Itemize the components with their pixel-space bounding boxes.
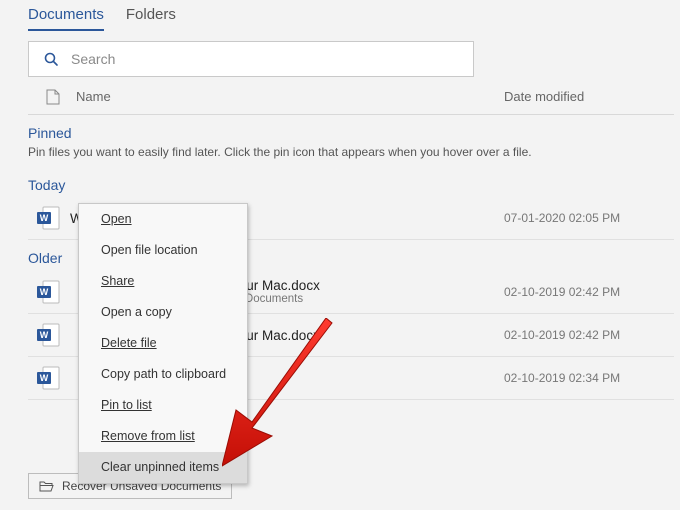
column-name[interactable]: Name <box>76 89 504 108</box>
menu-share[interactable]: Share <box>79 266 247 297</box>
word-doc-icon: W <box>36 322 70 348</box>
file-icon <box>46 89 60 105</box>
word-doc-icon: W <box>36 279 70 305</box>
menu-clear-unpinned[interactable]: Clear unpinned items <box>79 452 247 483</box>
search-input[interactable]: Search <box>28 41 474 77</box>
tabs: Documents Folders <box>28 0 680 31</box>
svg-text:W: W <box>40 373 49 383</box>
file-date: 02-10-2019 02:42 PM <box>504 285 674 299</box>
file-name: n Your Mac.docx <box>220 278 504 293</box>
svg-text:W: W <box>40 330 49 340</box>
svg-text:W: W <box>40 213 49 223</box>
menu-open-file-location[interactable]: Open file location <box>79 235 247 266</box>
section-pinned-title: Pinned <box>28 115 680 145</box>
menu-copy-path[interactable]: Copy path to clipboard <box>79 359 247 390</box>
search-placeholder: Search <box>71 51 115 67</box>
menu-pin-to-list[interactable]: Pin to list <box>79 390 247 421</box>
list-header: Name Date modified <box>28 77 674 115</box>
file-date: 07-01-2020 02:05 PM <box>504 211 674 225</box>
search-icon <box>43 51 59 67</box>
tab-folders[interactable]: Folders <box>126 0 176 31</box>
section-pinned-desc: Pin files you want to easily find later.… <box>28 145 680 167</box>
tab-documents[interactable]: Documents <box>28 0 104 31</box>
folder-open-icon <box>39 480 54 492</box>
file-name: n Your Mac.docx <box>220 328 504 343</box>
menu-remove-from-list[interactable]: Remove from list <box>79 421 247 452</box>
file-subpath: ve » Documents <box>220 293 504 305</box>
svg-text:W: W <box>40 287 49 297</box>
menu-open[interactable]: Open <box>79 204 247 235</box>
context-menu: Open Open file location Share Open a cop… <box>78 203 248 484</box>
menu-delete-file[interactable]: Delete file <box>79 328 247 359</box>
menu-open-a-copy[interactable]: Open a copy <box>79 297 247 328</box>
word-doc-icon: W <box>36 365 70 391</box>
section-today-title: Today <box>28 167 680 197</box>
file-date: 02-10-2019 02:42 PM <box>504 328 674 342</box>
file-date: 02-10-2019 02:34 PM <box>504 371 674 385</box>
word-doc-icon: W <box>36 205 70 231</box>
column-date[interactable]: Date modified <box>504 89 674 108</box>
